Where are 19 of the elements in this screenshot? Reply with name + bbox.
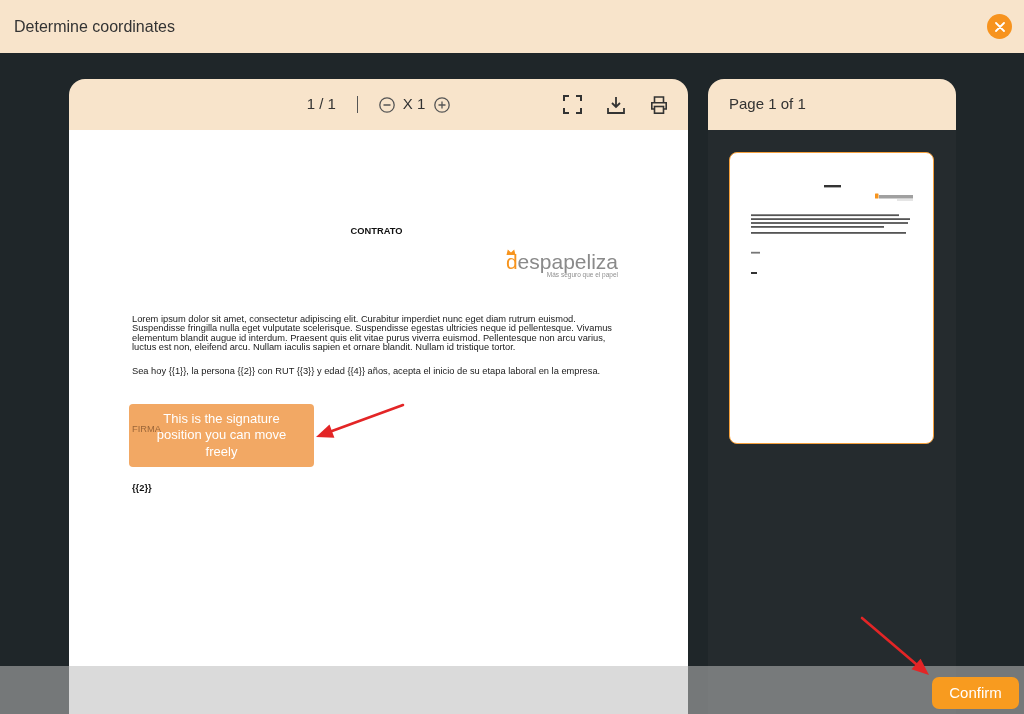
confirm-button[interactable]: Confirm	[932, 677, 1019, 709]
page-indicator: 1 / 1	[306, 94, 336, 115]
document-paragraph: Sea hoy {{1}}, la persona {{2}} con RUT {{3}} y edad {{4}} años, acepta el inicio de su etapa laboral en la empresa.	[132, 366, 602, 377]
annotation-arrow	[860, 616, 929, 675]
dialog-title: Determine coordinates	[14, 16, 175, 37]
document-paragraph: Lorem ipsum dolor sit amet, consectetur adipiscing elit. Curabitur imperdiet nunc eget diam rutrum euismod. Suspendisse fringilla nulla eget vulputate scelerisque. Suspendisse egestas ultricies neque id pellentesque. Vivamus elementum blandit augue id interdum. Praesent quis elit vitae purus viverra euismod. Pellentesque non arcu varius, luctus est non, eleifend arcu. Nullam iaculis sapien et ornare blandit. Nullam id tristique tortor.	[132, 315, 613, 353]
merge-field: {{2}}	[132, 483, 152, 495]
logo-wordmark: despapeliza	[505, 252, 618, 272]
close-icon	[994, 21, 1005, 32]
zoom-level: X 1	[402, 94, 426, 115]
print-icon[interactable]	[650, 95, 668, 114]
page-count-label: Page 1 of 1	[729, 94, 806, 115]
zoom-in-icon[interactable]	[434, 96, 451, 113]
document-heading: CONTRATO	[350, 226, 403, 237]
fullscreen-icon[interactable]	[563, 95, 582, 114]
download-icon[interactable]	[607, 95, 625, 114]
page-thumbnail[interactable]	[729, 152, 934, 444]
zoom-out-icon[interactable]	[378, 96, 395, 113]
ears-icon	[505, 249, 516, 255]
